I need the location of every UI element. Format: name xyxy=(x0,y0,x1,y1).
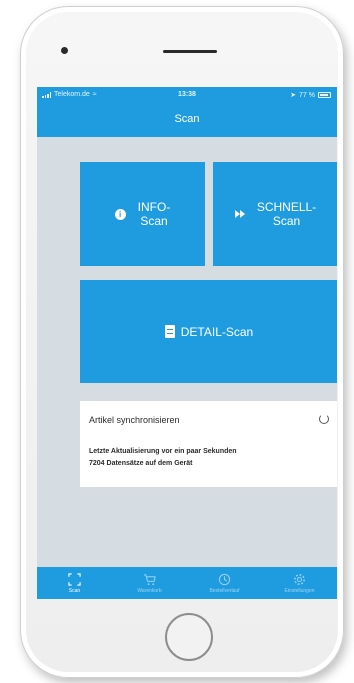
navigation-bar: Scan xyxy=(37,105,337,137)
info-scan-label: INFO- Scan xyxy=(138,200,171,228)
tab-einstellungen[interactable]: Einstellungen xyxy=(262,567,337,599)
detail-scan-button[interactable]: DETAIL-Scan xyxy=(80,280,337,383)
status-right: ➤ 77 % xyxy=(290,91,331,99)
tab-scan-label: Scan xyxy=(68,587,81,594)
battery-icon xyxy=(318,92,331,98)
info-scan-label-line2: Scan xyxy=(140,214,168,228)
status-bar: Telekom.de ≈ 13:38 ➤ 77 % xyxy=(37,87,337,105)
tab-bestellverlauf-label: Bestellverlauf xyxy=(209,587,240,594)
sync-title: Artikel synchronisieren xyxy=(89,415,180,425)
tab-scan[interactable]: Scan xyxy=(37,567,112,599)
document-icon xyxy=(164,325,175,338)
sync-card: Artikel synchronisieren Letzte Aktualisi… xyxy=(80,401,337,487)
record-count-text: 7204 Datensätze auf dem Gerät xyxy=(89,460,193,467)
tab-bestellverlauf[interactable]: Bestellverlauf xyxy=(187,567,262,599)
info-scan-label-line1: INFO- xyxy=(137,200,171,214)
page-title: Scan xyxy=(174,113,200,125)
schnell-scan-label: SCHNELL- Scan xyxy=(257,200,316,228)
phone-frame: Telekom.de ≈ 13:38 ➤ 77 % Scan i INFO- S… xyxy=(20,6,344,678)
front-camera xyxy=(61,47,68,54)
home-button[interactable] xyxy=(165,613,213,661)
detail-scan-label: DETAIL-Scan xyxy=(180,324,254,339)
refresh-icon[interactable] xyxy=(319,414,329,424)
last-update-text: Letzte Aktualisierung vor ein paar Sekun… xyxy=(89,448,237,455)
schnell-scan-button[interactable]: SCHNELL- Scan xyxy=(213,162,337,266)
info-scan-content: i INFO- Scan xyxy=(80,162,205,266)
app-screen: Telekom.de ≈ 13:38 ➤ 77 % Scan i INFO- S… xyxy=(37,87,337,599)
cart-icon xyxy=(143,573,156,585)
info-icon: i xyxy=(114,208,126,220)
tab-warenkorb[interactable]: Warenkorb xyxy=(112,567,187,599)
history-icon xyxy=(218,573,231,585)
scan-frame-icon xyxy=(68,572,81,586)
location-icon: ➤ xyxy=(290,92,297,99)
tab-warenkorb-label: Warenkorb xyxy=(137,587,162,594)
fast-forward-icon xyxy=(234,210,245,218)
tab-einstellungen-label: Einstellungen xyxy=(284,587,315,594)
tab-bar: Scan Warenkorb Bestellverlauf Einstellun… xyxy=(37,567,337,599)
settings-gear-icon xyxy=(294,573,305,585)
schnell-scan-content: SCHNELL- Scan xyxy=(213,162,337,266)
info-scan-button[interactable]: i INFO- Scan xyxy=(80,162,205,266)
battery-percent: 77 % xyxy=(299,91,315,99)
detail-scan-content: DETAIL-Scan xyxy=(80,280,337,383)
schnell-scan-label-line1: SCHNELL- xyxy=(256,200,317,214)
schnell-scan-label-line2: Scan xyxy=(272,214,301,228)
earpiece-speaker xyxy=(163,50,217,53)
